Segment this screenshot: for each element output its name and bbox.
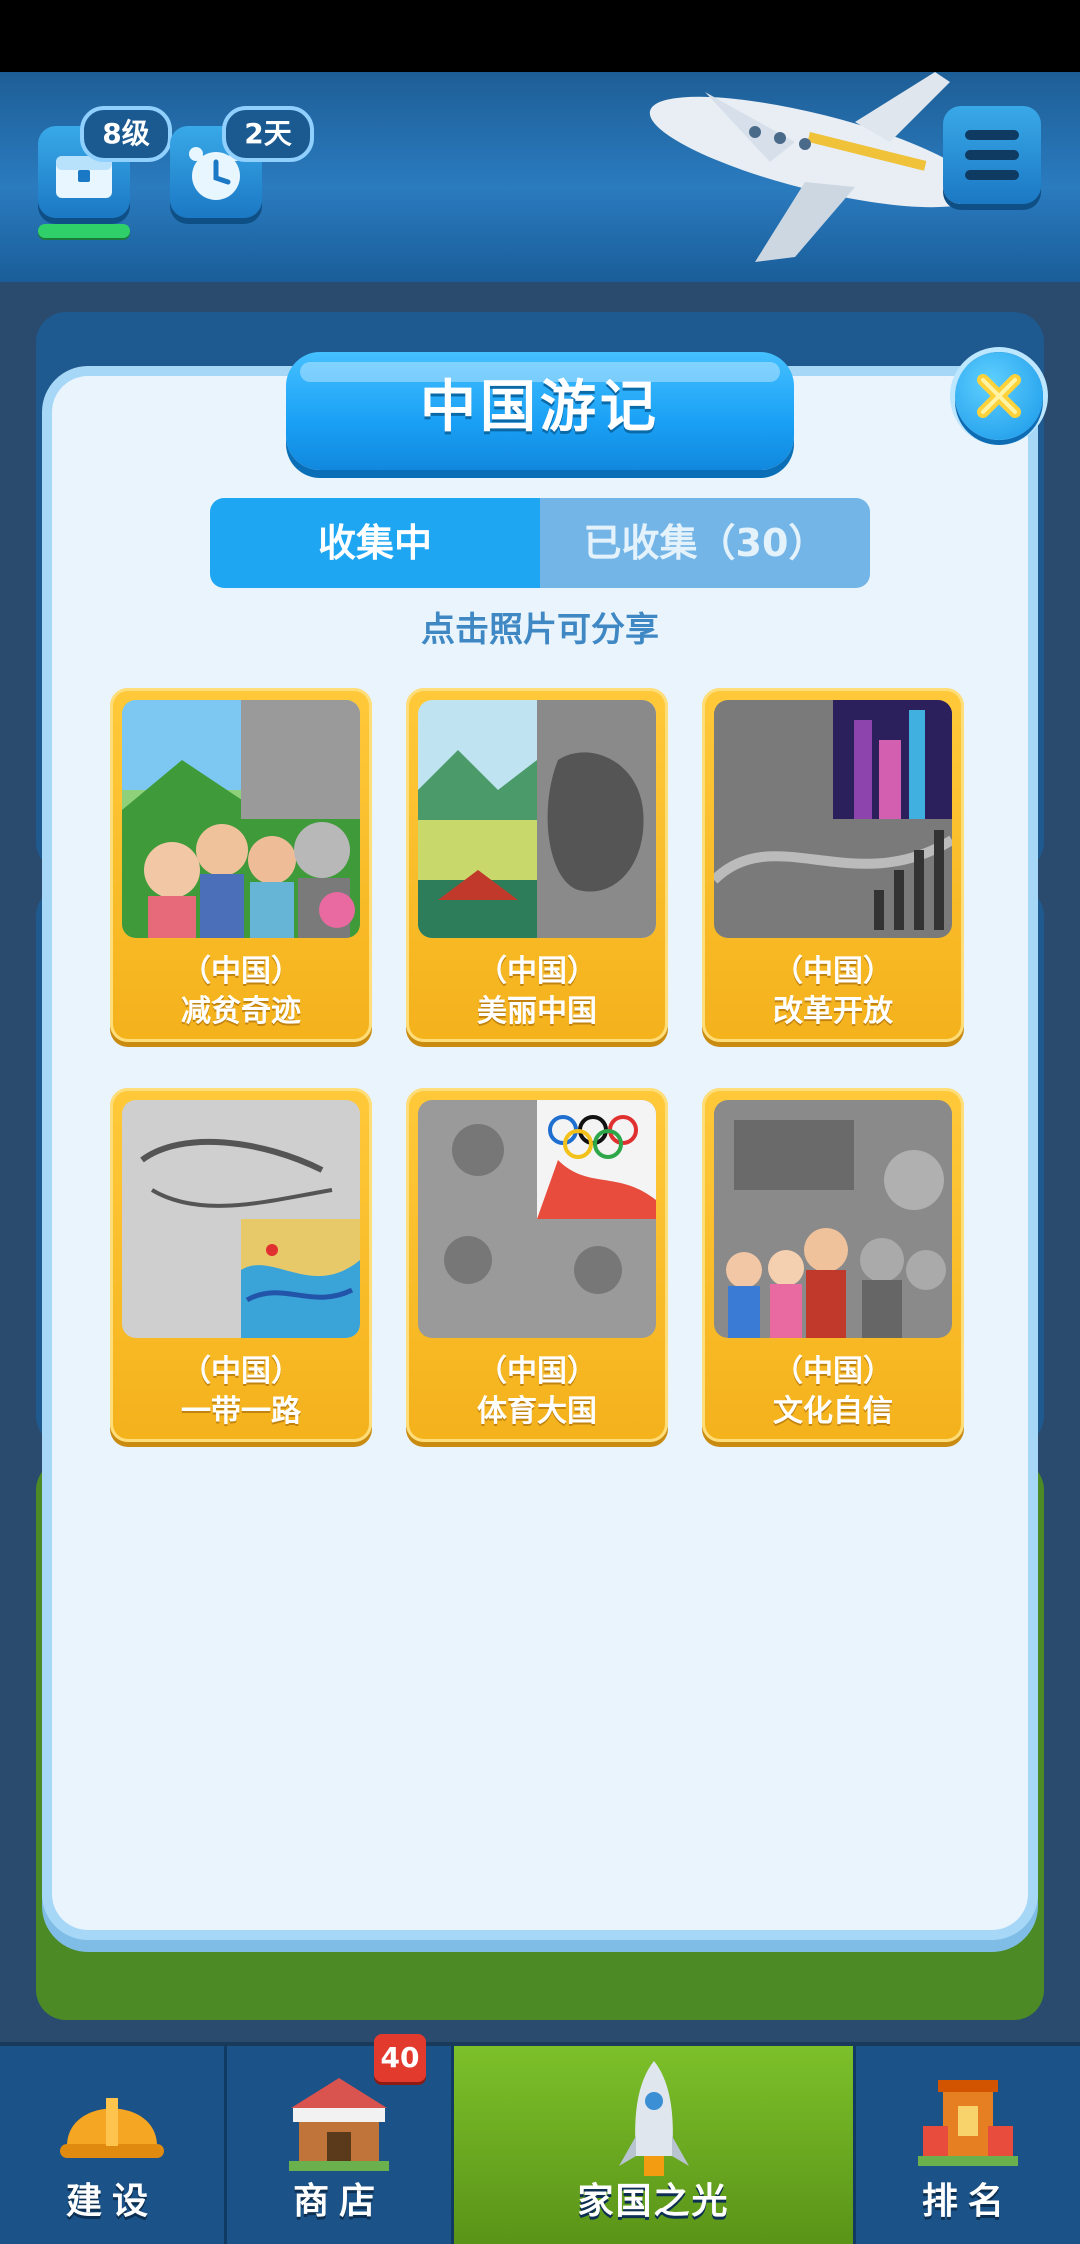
tab-collected[interactable]: 已收集（30） [540, 498, 870, 588]
close-icon [977, 374, 1021, 418]
card-country: （中国） [773, 954, 893, 989]
card-country: （中国） [181, 954, 301, 989]
card-country: （中国） [477, 954, 597, 989]
card-title: 改革开放 [773, 994, 893, 1029]
shop-count-badge: 40 [374, 2034, 426, 2082]
modal-title: 中国游记 [286, 352, 794, 470]
card-photo [418, 1100, 656, 1338]
collection-tabs: 收集中 已收集（30） [210, 498, 870, 588]
photo-card-culture[interactable]: （中国） 文化自信 [702, 1088, 964, 1442]
nav-build[interactable]: 建设 [0, 2046, 228, 2244]
nav-label: 商店 [293, 2181, 386, 2222]
share-hint: 点击照片可分享 [421, 610, 659, 650]
card-photo [714, 700, 952, 938]
menu-icon [965, 130, 1019, 140]
card-photo [418, 700, 656, 938]
bottom-navigation: 建设 商店 家国之光 排名 [0, 2046, 1080, 2244]
airplane-illustration [649, 72, 975, 262]
card-photo [122, 700, 360, 938]
nav-label: 家国之光 [577, 2181, 730, 2222]
tab-collecting[interactable]: 收集中 [210, 498, 540, 588]
top-hud [0, 72, 1080, 282]
photo-card-poverty[interactable]: （中国） 减贫奇迹 [110, 688, 372, 1042]
shop-icon [289, 2078, 390, 2171]
card-title: 一带一路 [181, 1394, 301, 1429]
status-bar [0, 0, 1080, 72]
level-badge: 8级 [80, 106, 172, 162]
nav-label: 排名 [921, 2181, 1014, 2222]
photo-card-sports[interactable]: （中国） 体育大国 [406, 1088, 668, 1442]
card-title: 减贫奇迹 [181, 994, 301, 1029]
nav-home-light[interactable]: 家国之光 [454, 2046, 856, 2244]
days-badge: 2天 [222, 106, 314, 162]
photo-card-reform[interactable]: （中国） 改革开放 [702, 688, 964, 1042]
level-progress-bar [38, 224, 130, 238]
photo-card-beautiful-china[interactable]: （中国） 美丽中国 [406, 688, 668, 1042]
card-title: 体育大国 [477, 1394, 597, 1429]
rocket-icon [618, 2061, 689, 2176]
card-country: （中国） [477, 1354, 597, 1389]
menu-button[interactable] [943, 106, 1041, 204]
nav-ranking[interactable]: 排名 [856, 2046, 1080, 2244]
card-photo [122, 1100, 360, 1338]
card-title: 文化自信 [773, 1394, 893, 1429]
card-photo [714, 1100, 952, 1338]
close-button[interactable] [955, 352, 1043, 440]
nav-label: 建设 [66, 2181, 159, 2222]
card-title: 美丽中国 [477, 994, 597, 1029]
photo-card-belt-road[interactable]: （中国） 一带一路 [110, 1088, 372, 1442]
ranking-building-icon [917, 2080, 1018, 2166]
hard-hat-icon [60, 2098, 165, 2158]
card-country: （中国） [181, 1354, 301, 1389]
card-country: （中国） [773, 1354, 893, 1389]
